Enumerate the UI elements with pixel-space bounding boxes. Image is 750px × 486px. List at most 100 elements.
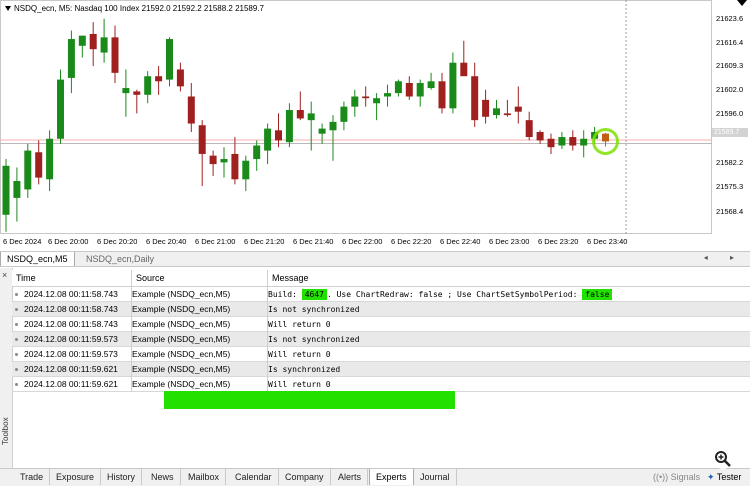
candle [547,133,555,154]
log-source: Example (NSDQ_ecn,M5) [132,364,231,374]
log-row[interactable]: 2024.12.08 00:11:59.621 Example (NSDQ_ecn… [12,362,750,377]
message-text: Is synchronized [268,365,341,374]
tab-trade[interactable]: Trade [14,469,51,485]
log-bullet-icon [15,368,18,372]
chart-menu-dropdown-icon[interactable] [737,0,747,6]
price-label: 21616.4 [716,38,744,47]
candle [264,123,272,165]
price-label: 21623.6 [716,14,744,23]
candle [133,89,141,114]
log-row[interactable]: 2024.12.08 00:11:59.621 Example (NSDQ_ecn… [12,377,750,392]
highlighted-value: false [582,289,613,300]
candle-body [155,76,163,82]
candlestick-chart[interactable] [0,0,712,234]
candle [525,111,533,141]
log-time-text: 2024.12.08 00:11:59.573 [24,334,118,344]
candle [460,40,468,77]
log-row[interactable]: 2024.12.08 00:11:59.573 Example (NSDQ_ecn… [12,347,750,362]
candle [198,120,206,187]
candle [35,140,43,185]
candle-body [340,106,348,122]
tester-button[interactable]: ✦ Tester [707,469,741,485]
price-label: 21609.3 [716,61,744,70]
tab-company[interactable]: Company [279,469,331,485]
log-bullet-icon [15,293,18,297]
message-text: . Use ChartRedraw: false ; Use ChartSetS… [326,290,583,299]
log-message: Is not synchronized [268,332,738,347]
log-source: Example (NSDQ_ecn,M5) [132,349,231,359]
zoom-magnifier-icon[interactable] [712,448,734,470]
log-source: Example (NSDQ_ecn,M5) [132,334,231,344]
candle [2,159,10,232]
header-message[interactable]: Message [268,270,750,286]
candle [416,79,424,107]
tab-mailbox[interactable]: Mailbox [182,469,227,485]
candle [166,37,173,87]
log-time: 2024.12.08 00:11:59.621 [15,377,132,392]
candle-body [416,82,424,97]
price-label: 21582.2 [716,158,744,167]
chart-area[interactable]: NSDQ_ecn, M5: Nasdaq 100 Index 21592.0 2… [0,0,750,250]
candle-body [536,131,544,141]
header-source[interactable]: Source [132,270,268,286]
candle-body [482,99,490,117]
header-time[interactable]: Time [12,270,132,286]
tab-calendar[interactable]: Calendar [229,469,279,485]
candle [438,72,446,114]
log-row[interactable]: 2024.12.08 00:11:58.743 Example (NSDQ_ecn… [12,302,750,317]
close-icon[interactable]: × [2,270,7,280]
candle-body [405,82,413,97]
chart-tab-daily[interactable]: NSDQ_ecn,Daily [80,252,160,266]
time-label: 6 Dec 20:20 [97,237,138,246]
log-source: Example (NSDQ_ecn,M5) [132,319,231,329]
dropdown-triangle-icon[interactable] [5,6,11,12]
candle-body [285,110,293,143]
candle-body [187,96,195,124]
candle-body [264,128,272,151]
tab-exposure[interactable]: Exposure [50,469,102,485]
candle [558,131,566,149]
signals-icon: ((•)) [653,472,671,482]
tab-news[interactable]: News [145,469,181,485]
candle-body [351,96,359,107]
tab-experts[interactable]: Experts [369,469,414,485]
price-label: 21575.3 [716,182,744,191]
time-label: 6 Dec 22:20 [391,237,432,246]
log-header: Time Source Message [12,270,750,287]
candle [296,91,304,121]
candle [275,113,282,148]
candle-body [296,110,304,119]
log-message: Will return 0 [268,347,738,362]
candle-body [176,69,184,87]
signals-link[interactable]: ((•)) Signals [653,469,700,485]
chart-tab-m5[interactable]: NSDQ_ecn,M5 [0,252,75,266]
candle [220,147,228,178]
log-row[interactable]: 2024.12.08 00:11:58.743 Example (NSDQ_ecn… [12,287,750,302]
candle [253,140,261,171]
candle-body [220,159,228,163]
log-time-text: 2024.12.08 00:11:59.621 [24,379,118,389]
candle [384,84,391,107]
tab-alerts[interactable]: Alerts [332,469,369,485]
candle-body [394,81,402,94]
candle [67,30,75,94]
candle [405,76,413,100]
candle-body [35,152,43,178]
tab-history[interactable]: History [101,469,143,485]
candle [285,103,293,148]
candle-body [547,138,555,148]
candle [394,79,402,97]
candle [46,130,54,192]
log-row[interactable]: 2024.12.08 00:11:58.743 Example (NSDQ_ecn… [12,317,750,332]
candle-body [460,62,468,77]
tab-scroll-arrows-icon[interactable]: ◂ ▸ [704,253,744,262]
log-bullet-icon [15,308,18,312]
log-row[interactable]: 2024.12.08 00:11:59.573 Example (NSDQ_ecn… [12,332,750,347]
candle-body [558,137,566,146]
tab-journal[interactable]: Journal [414,469,457,485]
candle [242,155,250,192]
log-message: Is not synchronized [268,302,738,317]
candle-body [362,96,370,99]
log-time-text: 2024.12.08 00:11:59.573 [24,349,118,359]
candle-body [602,133,609,142]
